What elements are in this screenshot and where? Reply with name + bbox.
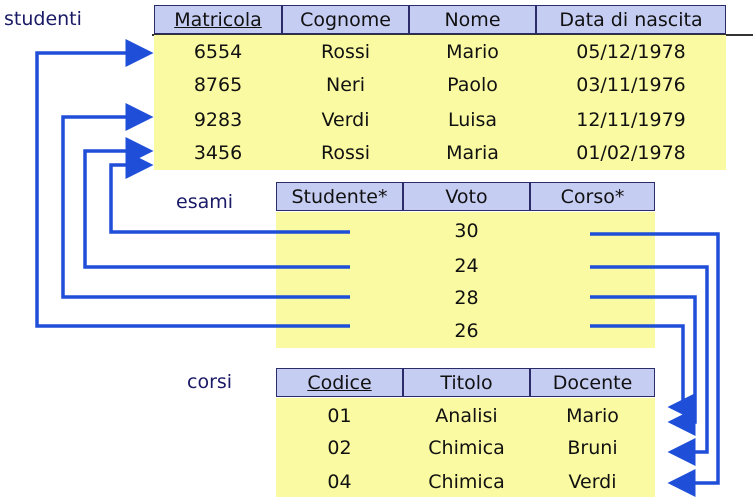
fk-arrow-esami-row3-to-corsi-01 bbox=[590, 295, 697, 436]
fk-arrow-esami-row1-to-studenti-3456 bbox=[109, 151, 350, 234]
fk-arrow-esami-row2-to-corsi-02 bbox=[590, 265, 709, 466]
reference-arrows bbox=[35, 39, 720, 497]
fk-arrow-esami-row1-to-corsi-04 bbox=[590, 232, 720, 497]
fk-arrow-esami-row4-to-corsi-01 bbox=[590, 324, 696, 421]
fk-arrow-esami-row2-to-studenti-9283 bbox=[83, 137, 350, 269]
fk-arrow-esami-row3-to-studenti-8765 bbox=[61, 103, 350, 299]
